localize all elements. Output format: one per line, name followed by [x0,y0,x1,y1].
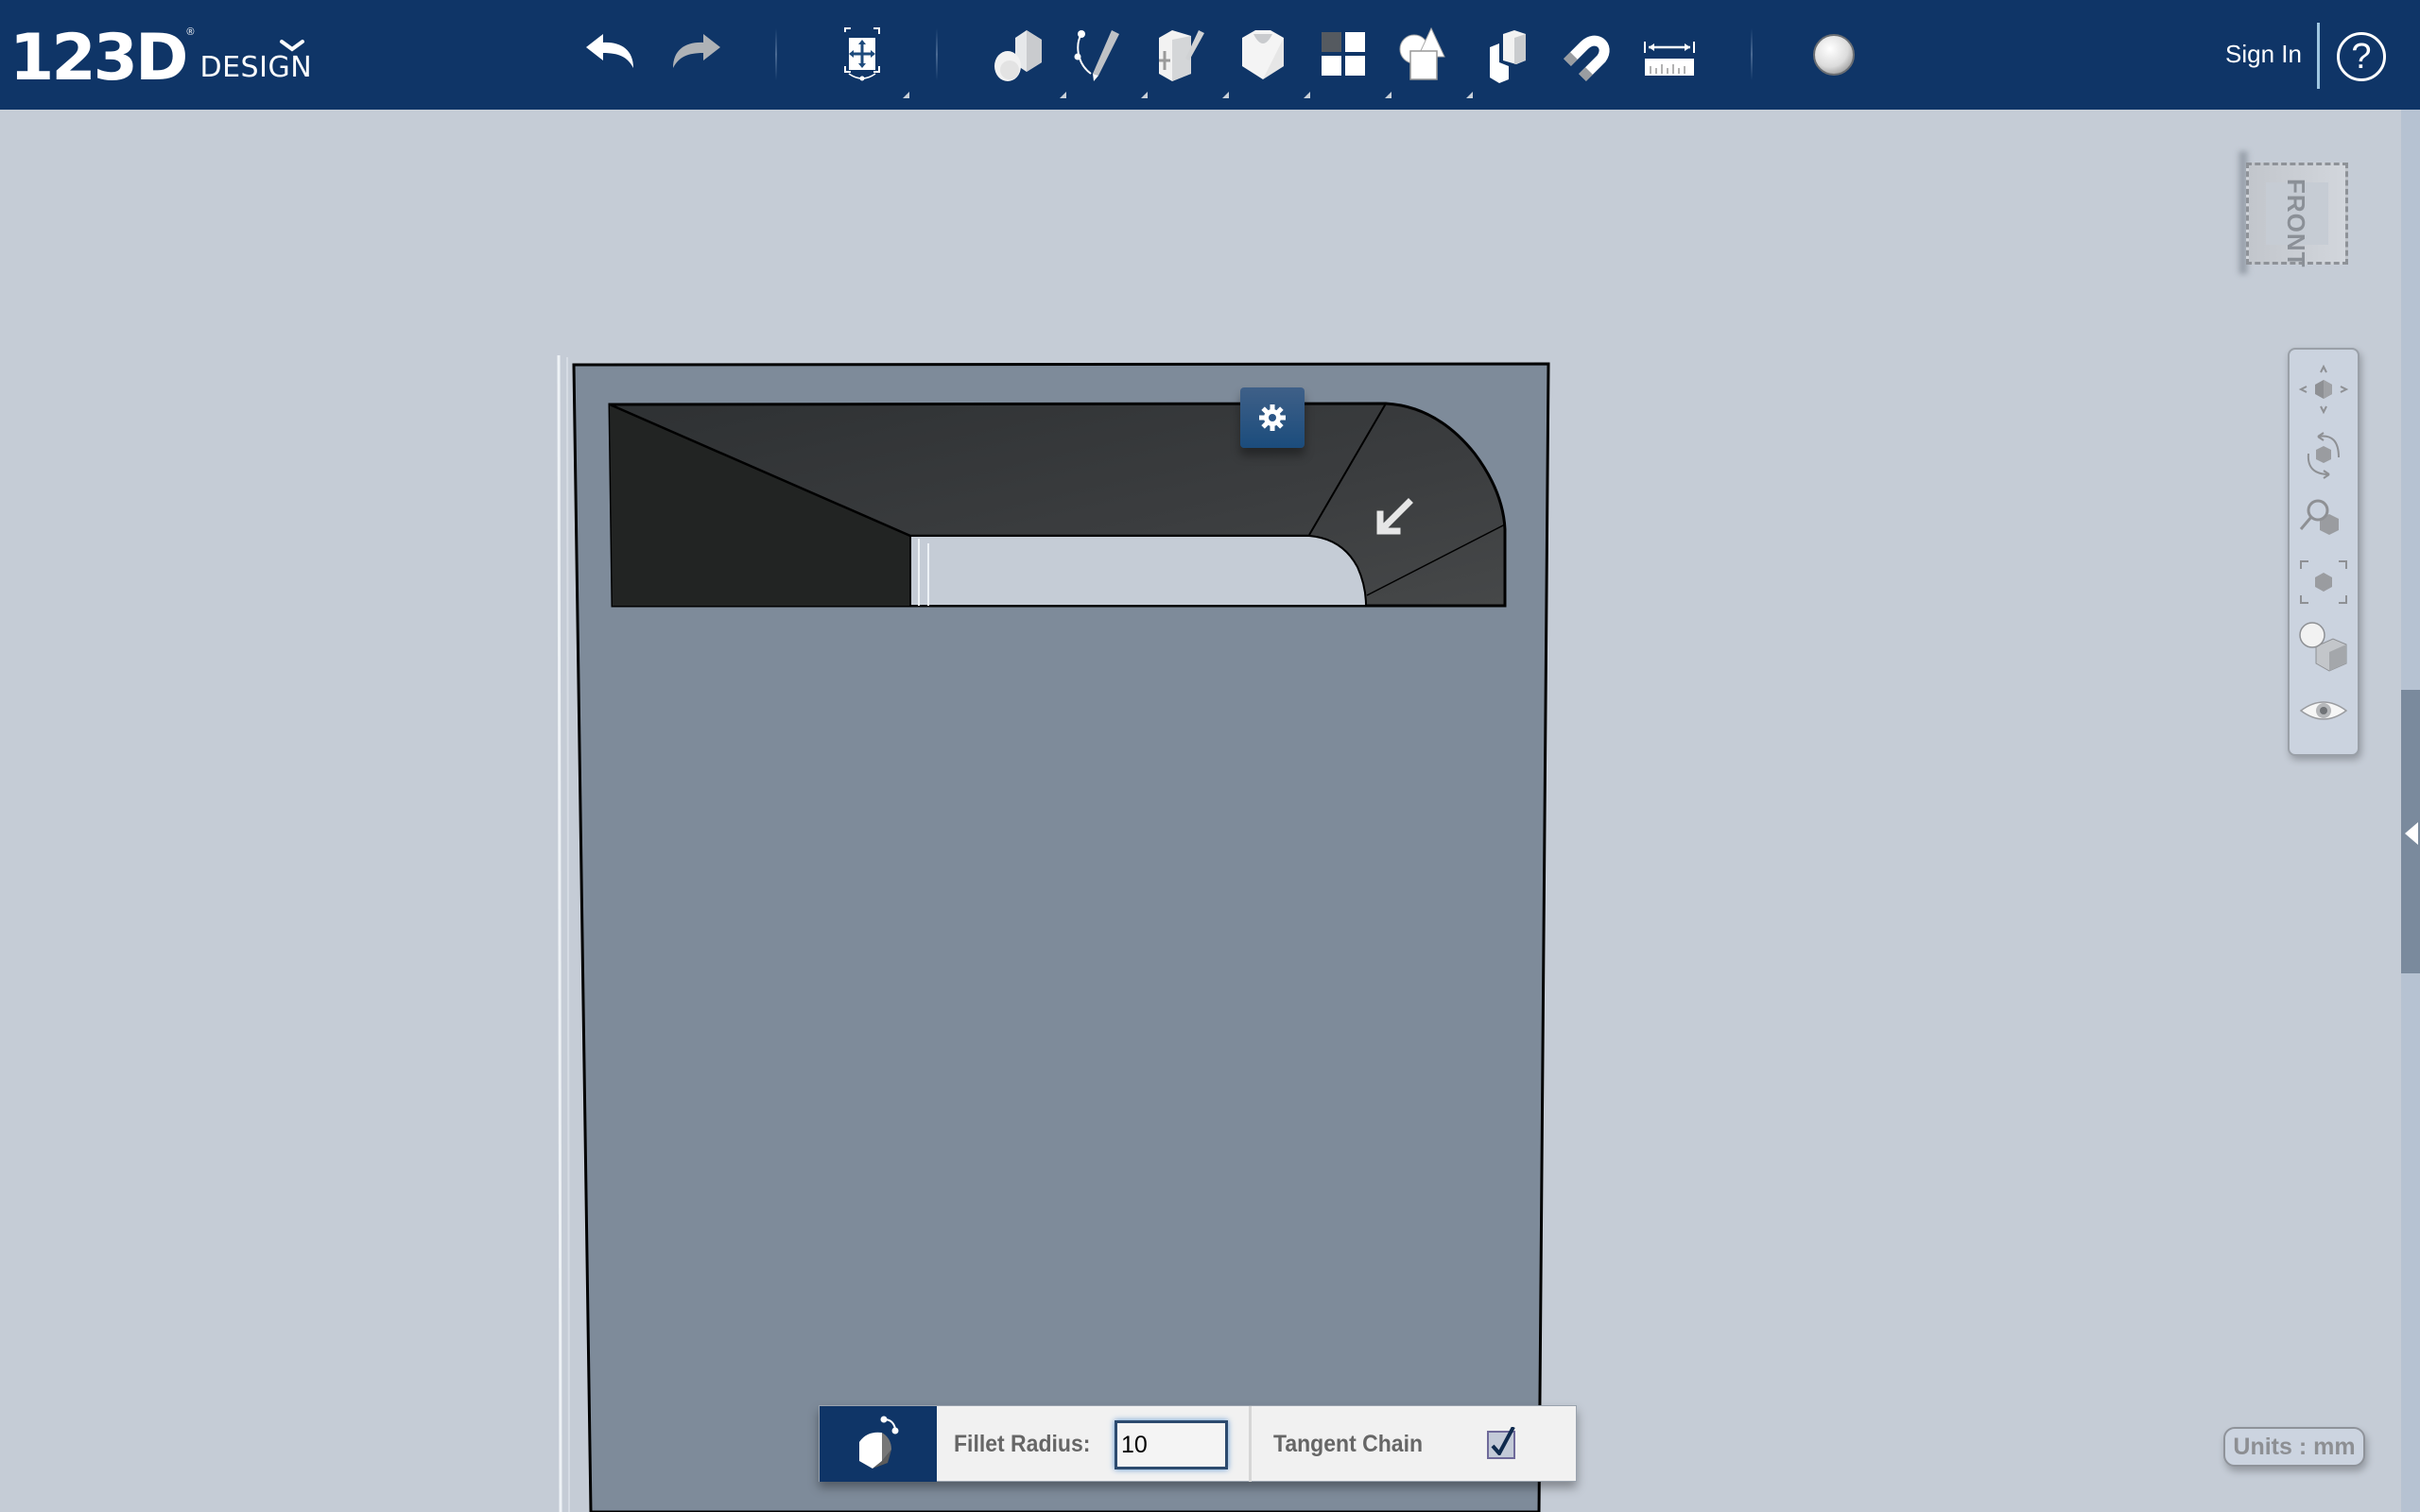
units-indicator[interactable]: Units : mm [2223,1427,2365,1467]
side-panel-toggle[interactable] [2401,690,2420,973]
app-header: 123D ® DESIGN Sign In ? [0,0,2420,110]
snap-magnet-icon [1564,35,1610,81]
pan-icon [2298,364,2349,415]
undo-arrow-icon [586,34,633,68]
navigation-bar [2288,348,2360,756]
settings-gear-button[interactable] [1240,387,1305,448]
help-icon[interactable]: ? [2337,32,2386,81]
toolbar-divider [1751,28,1753,80]
combine-icon [1399,26,1445,80]
material-sphere-icon [1813,34,1855,76]
fillet-toolbar: Fillet Radius: Tangent Chain [819,1405,1577,1482]
chevron-down-icon[interactable] [278,32,306,60]
combine-button[interactable] [1392,21,1473,98]
orbit-icon [2307,432,2340,479]
pan-button[interactable] [2295,361,2352,418]
redo-button[interactable] [660,21,728,89]
tangent-chain-checkbox[interactable] [1487,1427,1515,1459]
orbit-button[interactable] [2295,425,2352,482]
redo-arrow-icon [673,34,720,68]
group-icon [1490,30,1526,83]
flyout-indicator [1141,92,1148,98]
material-button[interactable] [1800,21,1868,89]
toolbar-divider [1249,1406,1252,1482]
modify-button[interactable] [1229,21,1310,98]
sketch-icon [1074,30,1119,81]
fit-view-icon [2300,560,2347,604]
transform-button[interactable] [828,21,909,98]
visibility-button[interactable] [2295,682,2352,739]
group-button[interactable] [1473,21,1541,89]
gear-icon [1259,404,1286,431]
flyout-indicator [1222,92,1229,98]
eye-icon [2299,701,2348,720]
undo-button[interactable] [579,21,647,89]
flyout-indicator [1060,92,1066,98]
modify-icon [1242,30,1284,79]
primitives-button[interactable] [985,21,1066,98]
fillet-icon [859,1416,899,1469]
views-button[interactable] [2295,618,2352,675]
transform-icon [844,27,880,81]
zoom-button[interactable] [2295,490,2352,546]
logo-number: 123D [9,21,188,95]
fillet-tool-button[interactable] [820,1406,937,1482]
sign-in-link[interactable]: Sign In [2225,40,2302,69]
construct-button[interactable] [1148,21,1229,98]
fillet-radius-label: Fillet Radius: [954,1431,1091,1457]
toolbar-divider [936,28,938,80]
checkmark-icon [1491,1427,1515,1455]
views-icon [2299,622,2347,672]
header-divider [2317,23,2320,89]
fillet-radius-input[interactable] [1115,1420,1228,1469]
measure-ruler-icon [1644,42,1695,76]
logo-registered-mark: ® [186,26,195,38]
flyout-indicator [1304,92,1310,98]
measure-button[interactable] [1635,21,1703,89]
view-cube[interactable]: FRONT [2246,163,2348,268]
flyout-indicator [1466,92,1473,98]
magnifier-icon [2299,499,2339,535]
primitives-icon [994,30,1042,81]
tangent-chain-label: Tangent Chain [1273,1431,1424,1457]
toolbar-divider [775,28,777,80]
flyout-indicator [1385,92,1392,98]
sketch-button[interactable] [1066,21,1148,98]
pattern-button[interactable] [1310,21,1392,98]
construct-icon [1159,30,1204,81]
fit-all-button[interactable] [2295,554,2352,610]
app-logo-menu[interactable]: 123D ® DESIGN [9,17,312,93]
pattern-icon [1322,32,1365,76]
snap-button[interactable] [1554,21,1622,89]
3d-viewport[interactable] [0,110,2401,1512]
flyout-indicator [903,92,909,98]
viewcube-label: FRONT [2282,179,2310,268]
